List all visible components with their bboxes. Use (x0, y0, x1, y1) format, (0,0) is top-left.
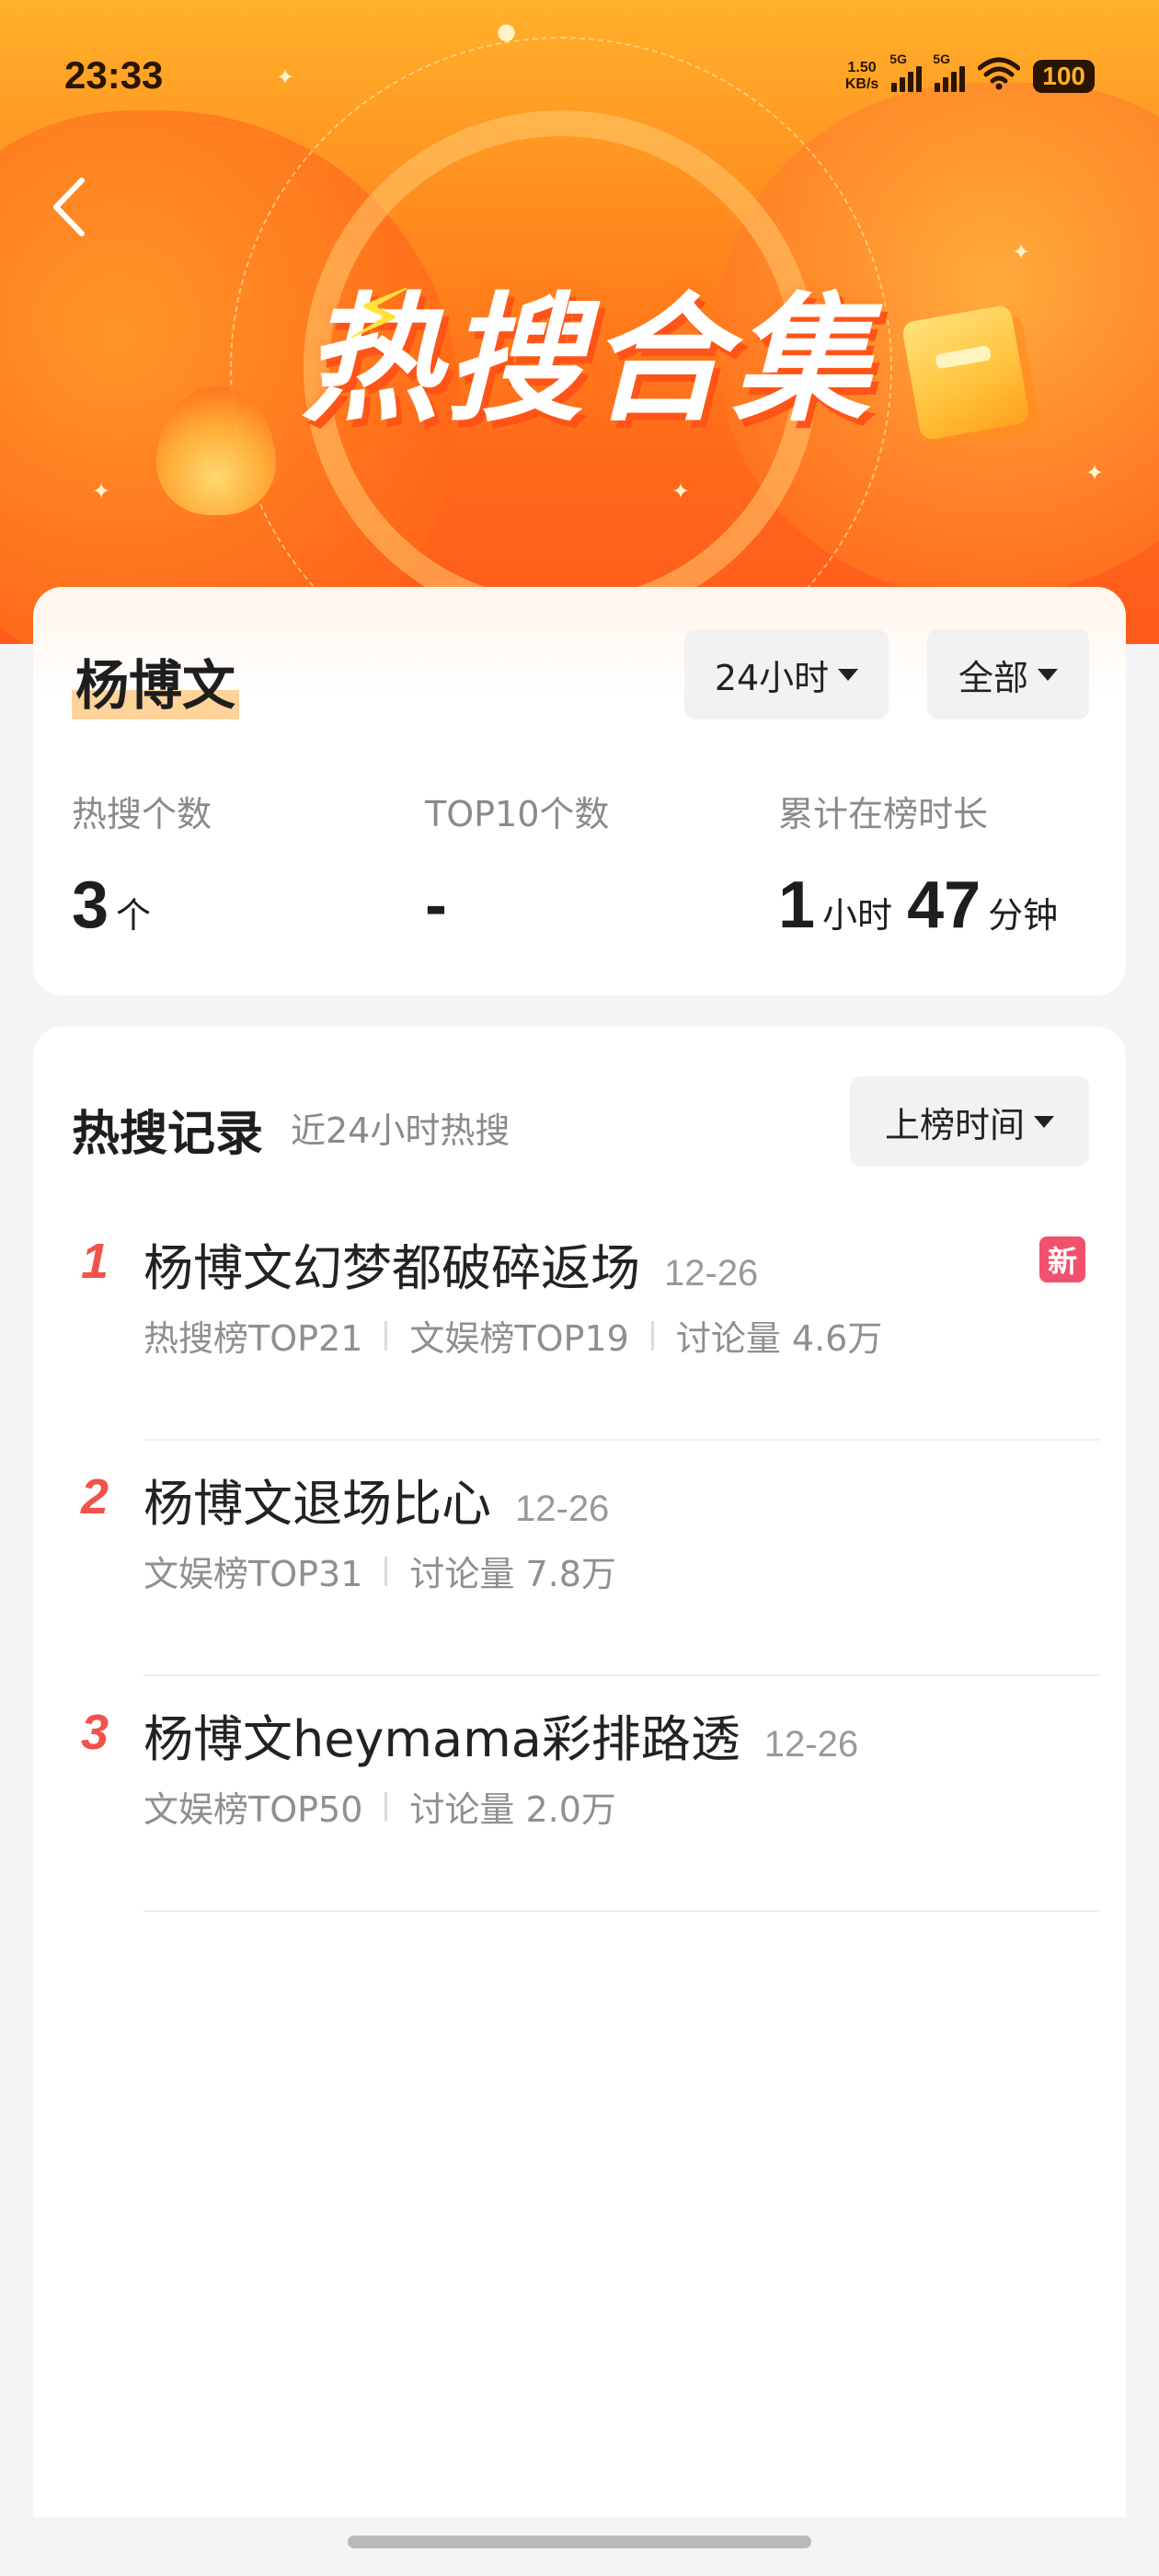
record-title: 杨博文幻梦都破碎返场 (143, 1239, 640, 1297)
caret-down-icon (838, 668, 859, 681)
sort-label: 上榜时间 (884, 1104, 1025, 1145)
stat-minutes: 47 (907, 868, 981, 942)
summary-card: 杨博文 24小时 全部 热搜个数 3 个 TOP10个数 - 累计在榜时长 1 … (33, 587, 1126, 995)
sparkle-icon: ✦ (1085, 460, 1105, 486)
sparkle-icon: ✦ (92, 478, 111, 504)
tag-divider (650, 1320, 654, 1351)
stat-value: 3 (72, 868, 109, 942)
time-range-label: 24小时 (714, 657, 830, 698)
record-title-line: 杨博文幻梦都破碎返场 12-26 (143, 1227, 758, 1300)
record-title: 杨博文heymama彩排路透 (143, 1710, 740, 1768)
person-name: 杨博文 (72, 642, 240, 719)
stat-hot-search-count: 热搜个数 3 个 (72, 794, 212, 942)
tag-divider (384, 1320, 388, 1351)
stat-hours: 1 (778, 868, 816, 942)
record-tag: 讨论量 4.6万 (675, 1318, 883, 1359)
new-badge: 新 (1039, 1236, 1085, 1282)
record-date: 12-26 (515, 1489, 610, 1529)
sort-dropdown[interactable]: 上榜时间 (850, 1076, 1089, 1167)
cellular-signal-icon: 5G (889, 52, 923, 92)
record-item[interactable]: 2 杨博文退场比心 12-26 文娱榜TOP31 讨论量 7.8万 (33, 1441, 1126, 1676)
record-tag: 文娱榜TOP50 (143, 1789, 363, 1830)
status-icons: 1.50 KB/s 5G 5G 100 (844, 52, 1095, 99)
record-date: 12-26 (763, 1724, 859, 1765)
cellular-signal-icon: 5G (933, 52, 966, 92)
record-tags: 热搜榜TOP21 文娱榜TOP19 讨论量 4.6万 (143, 1310, 882, 1361)
record-tag: 讨论量 7.8万 (409, 1554, 616, 1594)
wifi-icon (977, 57, 1021, 97)
tag-divider (384, 1556, 388, 1586)
home-indicator[interactable] (348, 2536, 811, 2548)
stat-top10-count: TOP10个数 - (425, 794, 610, 942)
status-time: 23:33 (64, 53, 164, 97)
network-speed: 1.50 KB/s (844, 60, 879, 92)
record-item[interactable]: 1 杨博文幻梦都破碎返场 12-26 新 热搜榜TOP21 文娱榜TOP19 讨论… (33, 1205, 1126, 1441)
record-tag: 讨论量 2.0万 (409, 1789, 616, 1830)
record-rank: 3 (81, 1705, 109, 1760)
sparkle-icon: ● (497, 18, 516, 44)
stat-total-duration: 累计在榜时长 1 小时 47 分钟 (778, 794, 1059, 942)
row-divider (143, 1910, 1100, 1912)
stat-minutes-unit: 分钟 (988, 895, 1059, 936)
folder-icon (901, 304, 1031, 442)
records-title: 热搜记录 (72, 1107, 264, 1162)
record-rank: 2 (81, 1469, 109, 1524)
record-item[interactable]: 3 杨博文heymama彩排路透 12-26 文娱榜TOP50 讨论量 2.0万 (33, 1676, 1126, 1912)
sparkle-icon: ✦ (671, 478, 691, 504)
stat-unit: 个 (116, 895, 152, 936)
sparkle-icon: ✦ (1012, 239, 1031, 265)
record-date: 12-26 (664, 1253, 759, 1294)
scope-dropdown[interactable]: 全部 (927, 629, 1089, 719)
record-rank: 1 (81, 1234, 109, 1289)
record-tags: 文娱榜TOP31 讨论量 7.8万 (143, 1546, 616, 1596)
records-subtitle: 近24小时热搜 (291, 1110, 511, 1151)
caret-down-icon (1034, 1115, 1054, 1128)
battery-icon: 100 (1033, 60, 1095, 93)
record-title-line: 杨博文heymama彩排路透 12-26 (143, 1698, 858, 1771)
record-tag: 文娱榜TOP31 (143, 1554, 363, 1594)
tag-divider (384, 1791, 388, 1822)
chevron-left-icon (53, 178, 85, 236)
record-title-line: 杨博文退场比心 12-26 (143, 1463, 609, 1535)
caret-down-icon (1038, 668, 1058, 681)
record-tags: 文娱榜TOP50 讨论量 2.0万 (143, 1781, 616, 1832)
stat-hours-unit: 小时 (822, 895, 893, 936)
record-title: 杨博文退场比心 (143, 1475, 491, 1533)
sparkle-icon: ✦ (276, 64, 295, 90)
scope-label: 全部 (958, 657, 1028, 698)
time-range-dropdown[interactable]: 24小时 (684, 629, 889, 719)
stat-value: - (425, 868, 447, 942)
record-tag: 热搜榜TOP21 (143, 1318, 363, 1359)
back-button[interactable] (37, 166, 101, 248)
record-tag: 文娱榜TOP19 (409, 1318, 629, 1359)
